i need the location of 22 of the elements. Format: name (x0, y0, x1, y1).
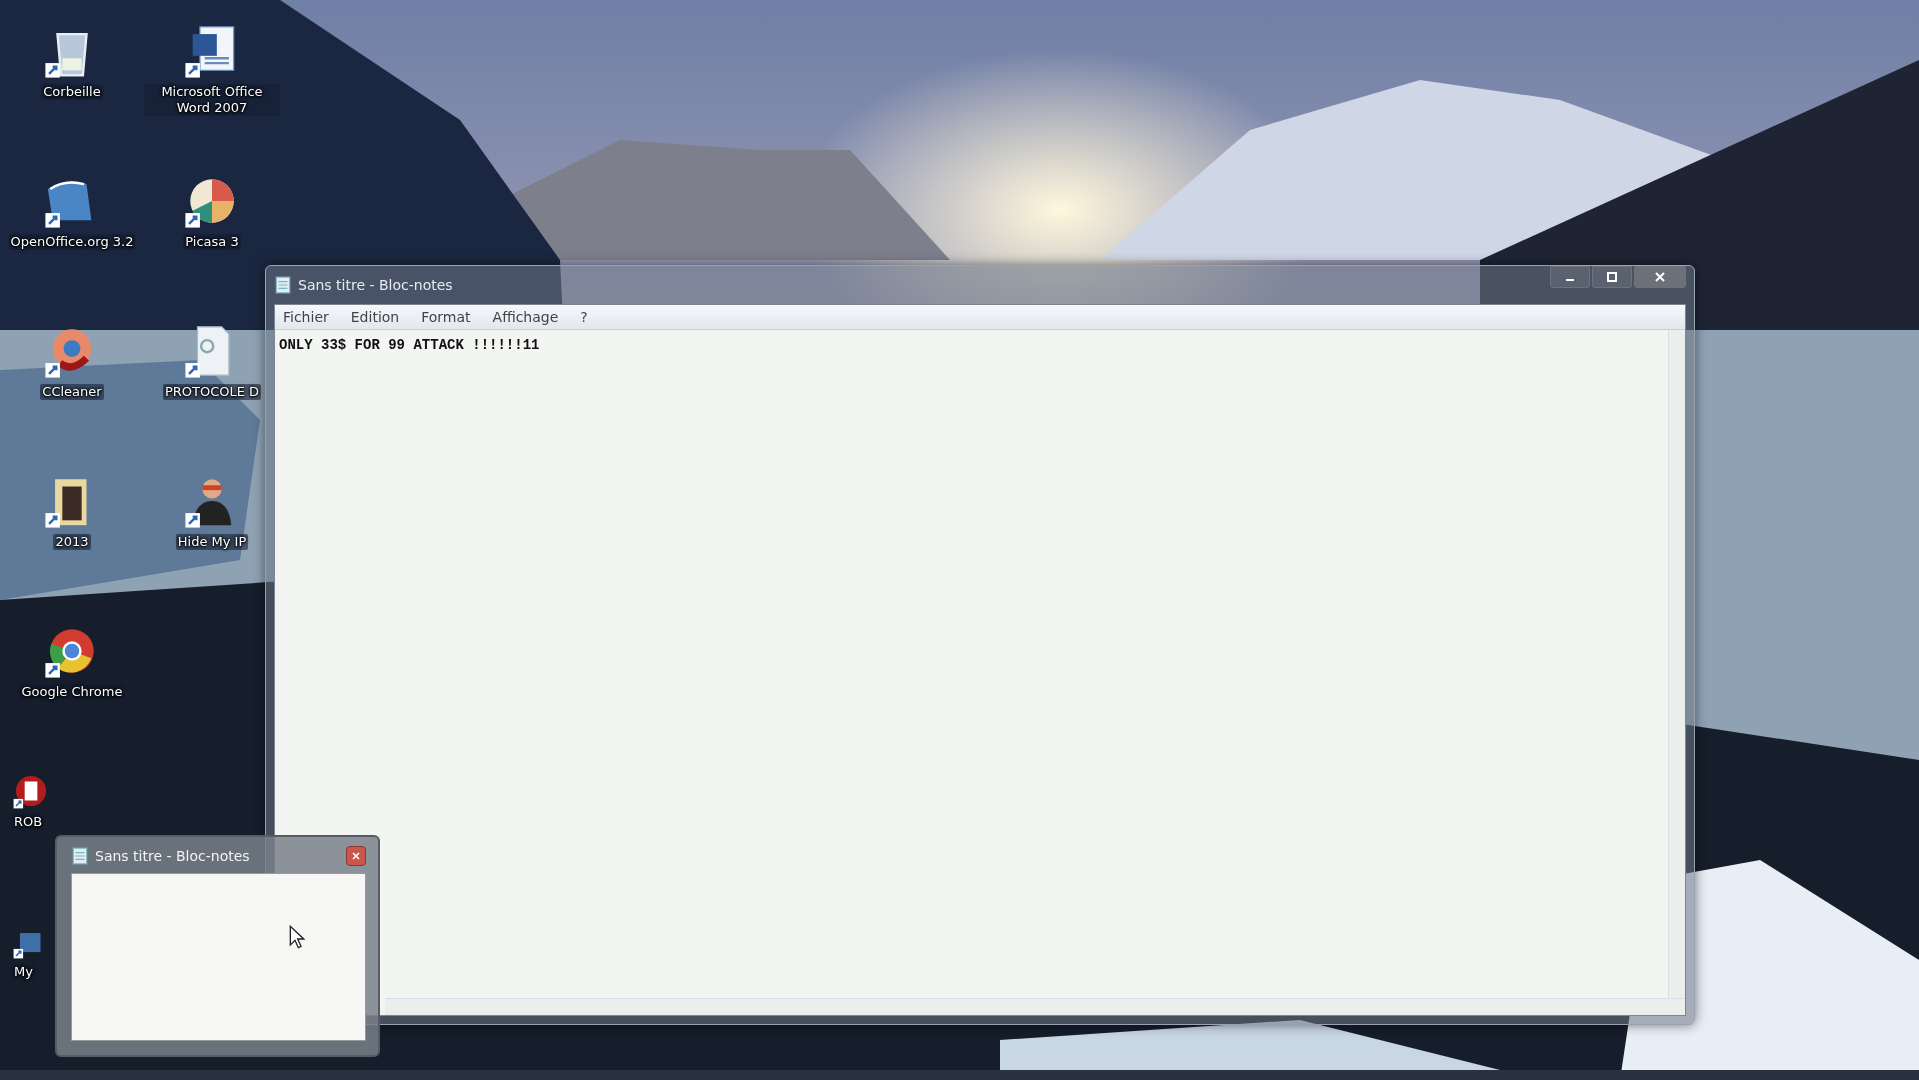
close-icon (351, 851, 361, 861)
cursor-icon (289, 925, 305, 949)
minimize-icon (1566, 279, 1574, 281)
notepad-icon (71, 847, 89, 865)
document-text: ONLY 33$ FOR 99 ATTACK !!!!!!11 (279, 337, 540, 353)
menu-item[interactable]: Affichage (492, 309, 559, 325)
menu-item[interactable]: Format (421, 309, 471, 325)
menu-item[interactable]: ? (580, 309, 588, 325)
horizontal-scrollbar[interactable] (385, 998, 1685, 1015)
close-icon (1654, 271, 1666, 283)
notepad-icon (274, 276, 292, 294)
menu-item[interactable]: Fichier (283, 309, 329, 325)
window-title: Sans titre - Bloc-notes (298, 277, 453, 293)
preview-title: Sans titre - Bloc-notes (95, 848, 250, 864)
icon-label: Microsoft Office Word 2007 (144, 84, 280, 116)
close-button[interactable] (346, 846, 366, 866)
close-button[interactable] (1634, 266, 1686, 288)
maximize-icon (1606, 271, 1618, 283)
vertical-scrollbar[interactable] (1668, 330, 1685, 998)
window-preview[interactable]: Sans titre - Bloc-notes (55, 835, 380, 1057)
menu-item[interactable]: Edition (350, 309, 400, 325)
maximize-button[interactable] (1592, 266, 1632, 288)
